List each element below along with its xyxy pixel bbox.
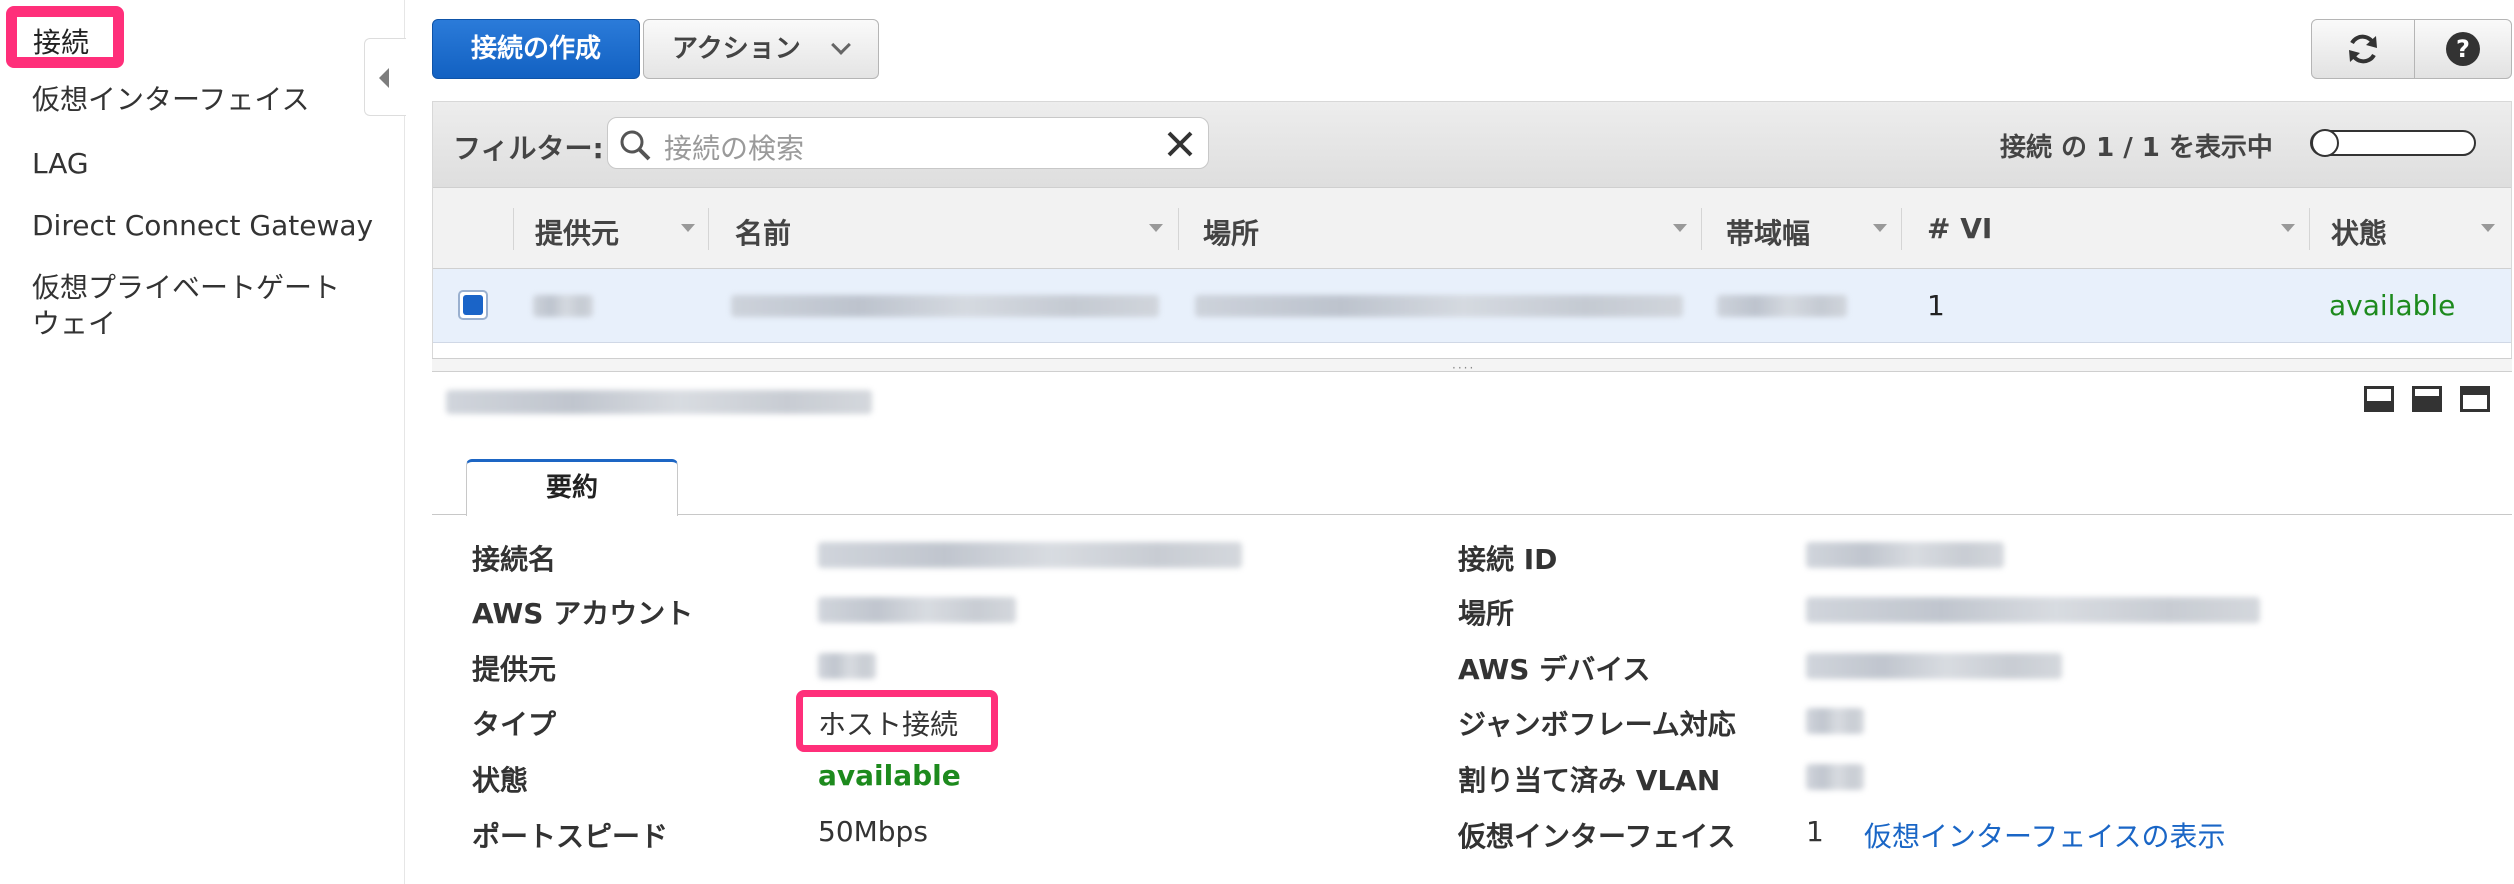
sort-icon[interactable] (2481, 224, 2495, 232)
connection-name-label: 接続名 (472, 543, 557, 576)
redacted-location-value (1806, 597, 2260, 623)
layout-top-icon[interactable] (2460, 386, 2490, 412)
redacted-provider-value (818, 653, 876, 679)
clear-icon[interactable] (1164, 128, 1196, 160)
search-placeholder: 接続の検索 (664, 132, 805, 165)
redacted-location (1195, 295, 1683, 317)
table-header: 提供元 名前 場所 帯域幅 # VI 状態 (433, 188, 2511, 269)
column-header-vi[interactable]: # VI (1927, 212, 1992, 245)
help-icon: ? (2446, 32, 2480, 66)
aws-device-label: AWS デバイス (1458, 653, 1651, 686)
port-speed-value: 50Mbps (818, 815, 928, 848)
state-value: available (818, 759, 961, 792)
redacted-vlan (1806, 764, 1864, 790)
virtual-interfaces-count: 1 (1806, 815, 1824, 848)
redacted-detail-title (446, 390, 872, 414)
connection-id-label: 接続 ID (1458, 543, 1558, 576)
sidebar-item-label: 接続 (33, 26, 90, 59)
view-virtual-interfaces-link[interactable]: 仮想インターフェイスの表示 (1864, 815, 2225, 855)
search-input[interactable]: 接続の検索 (607, 117, 1209, 169)
allocated-vlan-label: 割り当て済み VLAN (1458, 764, 1721, 797)
search-icon (620, 130, 651, 161)
refresh-button[interactable] (2311, 19, 2415, 79)
port-speed-label: ポートスピード (472, 820, 669, 853)
result-count: 接続 の 1 / 1 を表示中 (2000, 133, 2273, 163)
column-header-name[interactable]: 名前 (735, 212, 791, 252)
sidebar: 接続 仮想インターフェイス LAG Direct Connect Gateway… (0, 0, 405, 884)
column-header-location[interactable]: 場所 (1203, 212, 1259, 252)
redacted-connection-id (1806, 542, 2004, 568)
sidebar-item-connections[interactable]: 接続 (6, 6, 124, 68)
column-header-bandwidth[interactable]: 帯域幅 (1726, 212, 1810, 252)
pagination-toggle[interactable] (2310, 129, 2476, 157)
sidebar-item-direct-connect-gateway[interactable]: Direct Connect Gateway (32, 208, 373, 244)
layout-split-icon[interactable] (2412, 386, 2442, 412)
status-badge: available (2329, 289, 2456, 322)
redacted-jumbo-frame (1806, 708, 1864, 734)
redacted-aws-account (818, 597, 1016, 623)
svg-text:?: ? (2456, 35, 2470, 63)
filter-bar: フィルター: 接続の検索 接続 の 1 / 1 を表示中 (433, 102, 2511, 188)
type-value: ホスト接続 (818, 708, 959, 741)
sort-icon[interactable] (1149, 224, 1163, 232)
sidebar-collapse-icon[interactable] (364, 38, 406, 116)
type-label: タイプ (472, 708, 557, 741)
actions-label: アクション (672, 34, 801, 64)
sidebar-item-virtual-interfaces[interactable]: 仮想インターフェイス (32, 82, 309, 118)
redacted-name (731, 295, 1159, 317)
actions-dropdown-button[interactable]: アクション (643, 19, 879, 79)
redacted-bandwidth (1717, 295, 1847, 317)
provider-label: 提供元 (472, 653, 557, 686)
connections-table-panel: フィルター: 接続の検索 接続 の 1 / 1 を表示中 提供元 名前 場所 帯… (432, 101, 2512, 371)
sort-icon[interactable] (681, 224, 695, 232)
location-label: 場所 (1458, 597, 1515, 630)
redacted-connection-name (818, 542, 1242, 568)
table-row[interactable]: 1 available (433, 269, 2511, 343)
redacted-provider (533, 295, 593, 317)
tab-summary[interactable]: 要約 (466, 459, 678, 516)
chevron-down-icon (831, 35, 851, 55)
redacted-aws-device (1806, 653, 2062, 679)
row-checkbox[interactable] (458, 290, 488, 320)
vi-count: 1 (1927, 289, 1945, 322)
create-connection-button[interactable]: 接続の作成 (432, 19, 640, 79)
sort-icon[interactable] (1673, 224, 1687, 232)
aws-account-label: AWS アカウント (472, 597, 694, 630)
virtual-interfaces-label: 仮想インターフェイス (1458, 820, 1736, 853)
sidebar-item-lag[interactable]: LAG (32, 146, 89, 182)
sort-icon[interactable] (1873, 224, 1887, 232)
column-header-state[interactable]: 状態 (2331, 212, 2387, 252)
column-header-provider[interactable]: 提供元 (535, 212, 619, 252)
layout-bottom-icon[interactable] (2364, 386, 2394, 412)
refresh-icon (2349, 34, 2377, 64)
pane-splitter[interactable]: ···· (432, 358, 2512, 375)
jumbo-frame-label: ジャンボフレーム対応 (1458, 708, 1736, 741)
help-button[interactable]: ? (2414, 19, 2512, 79)
sort-icon[interactable] (2281, 224, 2295, 232)
state-label: 状態 (472, 764, 529, 797)
filter-label: フィルター: (453, 132, 604, 165)
sidebar-item-virtual-private-gateway[interactable]: 仮想プライベートゲート ウェイ (32, 270, 372, 342)
